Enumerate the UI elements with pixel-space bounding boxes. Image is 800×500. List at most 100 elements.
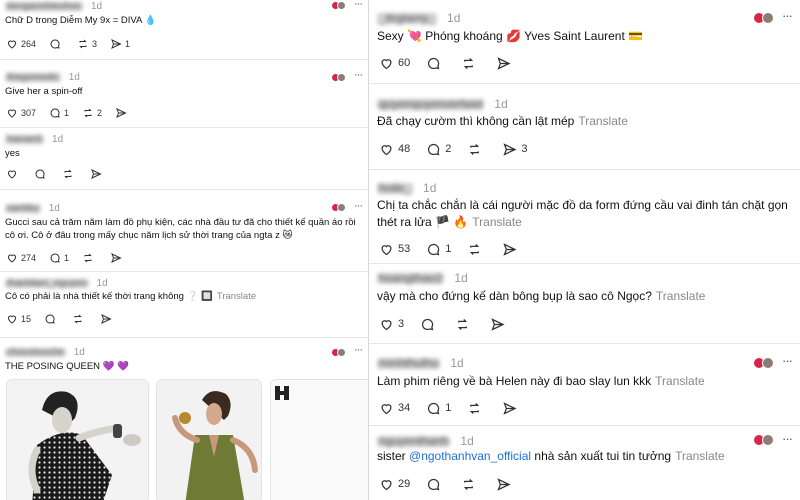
like-button[interactable]: 29 <box>379 477 410 492</box>
share-button[interactable]: 1 <box>110 38 130 50</box>
repost-button[interactable]: 2 <box>82 107 102 119</box>
username[interactable]: haivan5 <box>5 134 45 144</box>
post-text: yes <box>5 148 20 159</box>
more-icon[interactable]: ··· <box>354 200 363 212</box>
translate-link[interactable]: Translate <box>472 215 522 229</box>
comment-button[interactable] <box>426 56 445 71</box>
right-thread-column: _ttrglamy_ 1d ··· Sexy 💘 Phóng khoáng 💋 … <box>368 0 800 500</box>
more-icon[interactable]: ··· <box>782 431 793 446</box>
repost-icon <box>84 108 92 118</box>
post-photo-3[interactable] <box>270 379 368 500</box>
username[interactable]: nguyenthanh <box>377 435 451 447</box>
repost-count: 3 <box>92 39 98 49</box>
translate-link[interactable]: Translate <box>217 291 256 302</box>
share-button[interactable] <box>490 317 509 332</box>
username[interactable]: _ttrglamy_ <box>377 12 438 24</box>
translate-link[interactable]: Translate <box>675 449 725 463</box>
more-icon[interactable]: ··· <box>354 69 363 81</box>
comment-button[interactable] <box>44 313 59 325</box>
mention-link[interactable]: @ngothanhvan_official <box>409 449 531 463</box>
username[interactable]: xanhky <box>5 203 41 213</box>
repost-icon <box>84 253 92 263</box>
like-avatars <box>331 203 346 212</box>
comment-button[interactable]: 1 <box>426 401 451 416</box>
username[interactable]: thegomedic <box>5 72 61 82</box>
share-button[interactable] <box>90 168 105 180</box>
share-button[interactable] <box>115 107 130 119</box>
comment-button[interactable] <box>420 317 439 332</box>
repost-icon <box>64 169 72 179</box>
comment-icon <box>428 57 440 69</box>
timestamp: 1d <box>494 97 508 111</box>
repost-button[interactable]: 3 <box>77 38 97 50</box>
like-button[interactable]: 264 <box>6 38 36 50</box>
repost-icon <box>470 143 480 155</box>
username[interactable]: chocotouche <box>5 347 66 357</box>
repost-button[interactable] <box>455 317 474 332</box>
comment-button[interactable] <box>49 38 64 50</box>
share-button[interactable] <box>110 252 125 264</box>
heart-icon <box>7 254 17 263</box>
repost-button[interactable] <box>461 56 480 71</box>
more-icon[interactable]: ··· <box>782 353 793 368</box>
heart-icon <box>381 144 392 155</box>
username[interactable]: quyenquyenvertwel <box>377 98 485 110</box>
like-button[interactable]: 3 <box>379 317 404 332</box>
like-button[interactable]: 53 <box>379 242 410 257</box>
like-button[interactable]: 15 <box>6 313 31 325</box>
post-text: Sexy 💘 Phóng khoáng 💋 Yves Saint Laurent… <box>377 29 644 43</box>
post-text: Chị ta chắc chắn là cái người mặc đồ da … <box>377 197 790 231</box>
repost-button[interactable] <box>467 242 486 257</box>
like-button[interactable] <box>6 168 21 180</box>
share-button[interactable] <box>100 313 115 325</box>
comment-button[interactable]: 1 <box>49 252 69 264</box>
like-avatars <box>331 1 346 10</box>
post-photo-2[interactable] <box>156 379 262 500</box>
share-button[interactable] <box>496 56 515 71</box>
post-text: Gucci sau cả trăm năm làm đồ phụ kiện, c… <box>5 217 359 241</box>
more-icon[interactable]: ··· <box>782 8 793 23</box>
share-button[interactable] <box>502 401 521 416</box>
comment-button[interactable] <box>426 477 445 492</box>
repost-button[interactable] <box>461 477 480 492</box>
username[interactable]: hoangthao2 <box>377 272 445 284</box>
comment-icon <box>422 318 434 330</box>
more-icon[interactable]: ··· <box>354 0 363 10</box>
share-button[interactable] <box>502 242 521 257</box>
like-button[interactable]: 307 <box>6 107 36 119</box>
share-button[interactable] <box>496 477 515 492</box>
comment-button[interactable]: 1 <box>49 107 69 119</box>
comment-button[interactable] <box>34 168 49 180</box>
username[interactable]: thanhlam_nguyen <box>5 278 89 288</box>
username[interactable]: hoile_ <box>377 182 414 194</box>
translate-link[interactable]: Translate <box>656 289 706 303</box>
repost-button[interactable] <box>467 142 486 157</box>
timestamp: 1d <box>73 346 85 358</box>
avatar <box>337 73 346 82</box>
like-button[interactable]: 274 <box>6 252 36 264</box>
post-photo-1[interactable] <box>6 379 149 500</box>
like-button[interactable]: 60 <box>379 56 410 71</box>
reply-post: thanhlam_nguyen 1d Cô có phải là nhà thi… <box>0 272 368 338</box>
username[interactable]: tiengannhieuhon <box>5 1 83 11</box>
translate-link[interactable]: Translate <box>578 114 628 128</box>
share-button[interactable]: 3 <box>502 142 528 157</box>
like-button[interactable]: 34 <box>379 401 410 416</box>
repost-button[interactable] <box>62 168 77 180</box>
comment-button[interactable]: 2 <box>426 142 451 157</box>
post-text: THE POSING QUEEN 💜 💜 <box>5 361 129 372</box>
reply-post: hoile_ 1d Chị ta chắc chắn là cái người … <box>369 170 800 264</box>
repost-button[interactable] <box>72 313 87 325</box>
comment-button[interactable]: 1 <box>426 242 451 257</box>
like-button[interactable]: 48 <box>379 142 410 157</box>
repost-button[interactable] <box>467 401 486 416</box>
share-icon <box>503 142 517 156</box>
comment-count: 2 <box>445 143 452 155</box>
more-icon[interactable]: ··· <box>354 344 363 356</box>
repost-button[interactable] <box>82 252 97 264</box>
translate-link[interactable]: Translate <box>655 374 705 388</box>
like-count: 53 <box>398 243 411 255</box>
username[interactable]: minhthuthu <box>377 357 441 369</box>
reply-post: _ttrglamy_ 1d ··· Sexy 💘 Phóng khoáng 💋 … <box>369 0 800 84</box>
like-avatars <box>331 348 346 357</box>
